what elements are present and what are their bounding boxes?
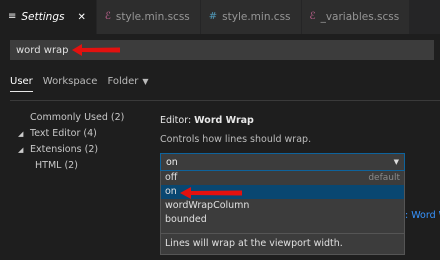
select-value: on [166,156,178,168]
tab-label: style.min.css [222,11,291,23]
tab-label: style.min.scss [115,11,190,23]
setting-category: Editor: [160,115,195,126]
css-file-icon: # [208,11,218,22]
option-off[interactable]: off default [161,171,404,185]
chevron-expanded-icon[interactable]: ◢ [18,142,30,158]
tab-user[interactable]: User [10,76,33,92]
tab-label: Settings [21,11,65,23]
tab-folder[interactable]: Folder ▼ [107,76,148,91]
tab-settings[interactable]: ≡ Settings ✕ [0,0,97,34]
setting-title: Editor: Word Wrap [160,115,405,126]
annotation-arrow-search [72,43,122,57]
option-label: off [165,172,178,183]
gear-icon: ≡ [8,11,17,22]
option-label: wordWrapColumn [165,200,250,211]
tab-variables-scss[interactable]: ℰ _variables.scss [301,0,411,34]
divider [10,100,440,101]
option-description: Lines will wrap at the viewport width. [161,233,404,254]
setting-name: Word Wrap [194,115,254,126]
option-bounded[interactable]: bounded [161,213,404,227]
tab-bar-empty-space [410,0,440,34]
chevron-expanded-icon[interactable]: ◢ [18,126,30,142]
setting-link-peek[interactable]: : Word W [405,210,440,221]
scss-file-icon: ℰ [104,11,111,22]
annotation-arrow-option [180,186,244,200]
close-icon[interactable]: ✕ [77,12,85,23]
setting-description: Controls how lines should wrap. [160,134,312,145]
scss-file-icon: ℰ [309,11,316,22]
tree-item-html[interactable]: HTML (2) [18,158,124,174]
tab-workspace[interactable]: Workspace [43,76,98,91]
option-wordwrapcolumn[interactable]: wordWrapColumn [161,199,404,213]
tab-style-min-scss[interactable]: ℰ style.min.scss [96,0,201,34]
chevron-down-icon[interactable]: ▼ [394,158,399,166]
settings-scope-tabs: User Workspace Folder ▼ [10,76,149,96]
tab-style-min-css[interactable]: # style.min.css [200,0,302,34]
tree-item-label: Extensions (2) [30,144,99,155]
option-label: on [165,186,177,197]
editor-tab-bar: ≡ Settings ✕ ℰ style.min.scss # style.mi… [0,0,440,34]
tree-item-label: Text Editor (4) [30,128,97,139]
settings-toc-tree: Commonly Used (2) ◢ Text Editor (4) ◢ Exte… [18,110,124,174]
option-default-hint: default [368,173,400,183]
tab-label: _variables.scss [320,11,400,23]
tree-item-extensions[interactable]: ◢ Extensions (2) [18,142,124,158]
tree-item-text-editor[interactable]: ◢ Text Editor (4) [18,126,124,142]
search-value: word wrap [16,44,69,56]
folder-label: Folder [107,76,139,87]
word-wrap-dropdown: off default on wordWrapColumn bounded Lin… [160,171,405,255]
word-wrap-select[interactable]: on ▼ [160,153,405,171]
setting-word-wrap: Editor: Word Wrap Controls how lines sho… [160,115,405,145]
option-label: bounded [165,214,207,225]
tree-item-commonly-used[interactable]: Commonly Used (2) [18,110,124,126]
chevron-down-icon: ▼ [142,77,149,86]
